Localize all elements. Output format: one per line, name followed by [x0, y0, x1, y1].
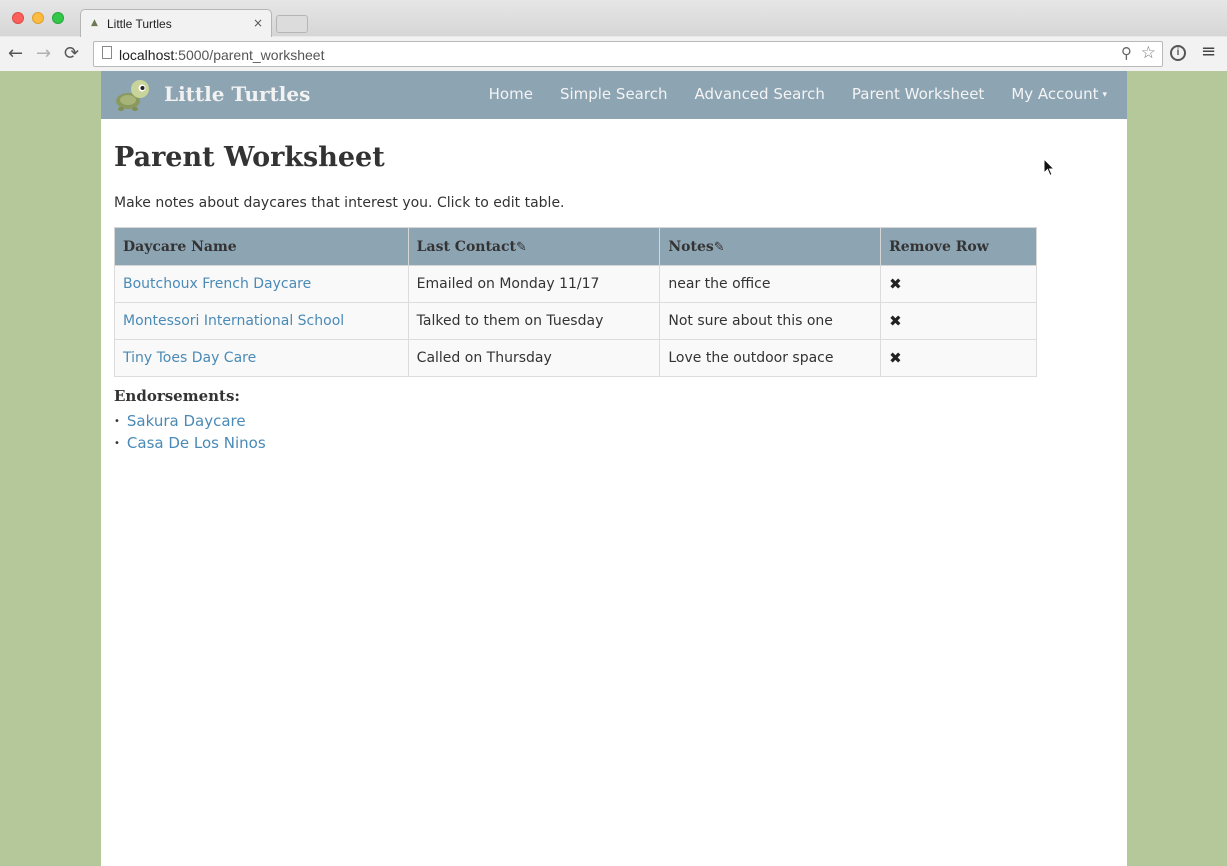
nav-simple-search[interactable]: Simple Search [560, 85, 668, 103]
bullet: • [114, 438, 120, 449]
navbar: Little Turtles Home Simple Search Advanc… [101, 71, 1127, 119]
tab-close-icon[interactable]: × [253, 16, 263, 30]
list-item: • Sakura Daycare [114, 412, 266, 434]
endorsement-link[interactable]: Sakura Daycare [127, 412, 246, 430]
notes-cell[interactable]: Not sure about this one [659, 302, 882, 340]
address-bar[interactable]: localhost:5000/parent_worksheet ⚲ ☆ [93, 41, 1163, 67]
bookmark-star-icon[interactable]: ☆ [1141, 43, 1156, 63]
nav-parent-worksheet[interactable]: Parent Worksheet [852, 85, 984, 103]
table-row: Boutchoux French Daycare Emailed on Mond… [114, 265, 1037, 303]
table-row: Tiny Toes Day Care Called on Thursday Lo… [114, 339, 1037, 377]
maximize-window-button[interactable] [52, 12, 64, 24]
close-window-button[interactable] [12, 12, 24, 24]
header-notes: Notes✎ [659, 227, 882, 266]
pencil-icon: ✎ [516, 239, 527, 255]
new-tab-button[interactable] [276, 15, 308, 33]
notes-cell[interactable]: near the office [659, 265, 882, 303]
extension-info-icon[interactable]: i [1170, 45, 1186, 61]
remove-row-cell: ✖ [880, 302, 1037, 340]
brand-name[interactable]: Little Turtles [164, 82, 310, 106]
zoom-icon[interactable]: ⚲ [1121, 44, 1132, 62]
daycare-name-cell: Montessori International School [114, 302, 409, 340]
daycare-link[interactable]: Boutchoux French Daycare [123, 276, 311, 292]
nav-links: Home Simple Search Advanced Search Paren… [462, 85, 1107, 103]
table-header-row: Daycare Name Last Contact✎ Notes✎ Remove… [114, 227, 1037, 266]
endorsement-link[interactable]: Casa De Los Ninos [127, 434, 266, 452]
table-row: Montessori International School Talked t… [114, 302, 1037, 340]
list-item: • Casa De Los Ninos [114, 434, 266, 456]
minimize-window-button[interactable] [32, 12, 44, 24]
back-arrow-icon[interactable]: ← [8, 43, 23, 64]
forward-arrow-icon[interactable]: → [36, 43, 51, 64]
endorsements-title: Endorsements: [114, 387, 240, 405]
browser-tab[interactable]: ▲ Little Turtles × [80, 9, 272, 37]
browser-chrome: ▲ Little Turtles × ← → ⟳ localhost:5000/… [0, 0, 1227, 71]
bullet: • [114, 416, 120, 427]
browser-toolbar: ← → ⟳ localhost:5000/parent_worksheet ⚲ … [0, 37, 1227, 71]
remove-row-cell: ✖ [880, 265, 1037, 303]
header-remove-row: Remove Row [880, 227, 1037, 266]
url-text[interactable]: localhost:5000/parent_worksheet [119, 47, 324, 63]
remove-x-icon[interactable]: ✖ [889, 275, 902, 293]
last-contact-cell[interactable]: Called on Thursday [407, 339, 661, 377]
daycare-name-cell: Boutchoux French Daycare [114, 265, 409, 303]
last-contact-cell[interactable]: Talked to them on Tuesday [407, 302, 661, 340]
daycare-name-cell: Tiny Toes Day Care [114, 339, 409, 377]
nav-my-account[interactable]: My Account ▾ [1011, 85, 1107, 103]
page-container: Little Turtles Home Simple Search Advanc… [101, 71, 1127, 866]
turtle-favicon-icon: ▲ [91, 18, 98, 28]
header-daycare-name: Daycare Name [114, 227, 409, 266]
remove-row-cell: ✖ [880, 339, 1037, 377]
daycare-link[interactable]: Tiny Toes Day Care [123, 350, 256, 366]
daycare-link[interactable]: Montessori International School [123, 313, 344, 329]
endorsements-list: • Sakura Daycare • Casa De Los Ninos [114, 412, 266, 456]
page-icon [102, 46, 112, 59]
nav-home[interactable]: Home [489, 85, 533, 103]
mouse-cursor-icon [1043, 158, 1055, 177]
notes-cell[interactable]: Love the outdoor space [659, 339, 882, 377]
reload-icon[interactable]: ⟳ [64, 43, 79, 64]
caret-down-icon: ▾ [1102, 89, 1107, 100]
pencil-icon: ✎ [713, 239, 725, 255]
last-contact-cell[interactable]: Emailed on Monday 11/17 [407, 265, 661, 303]
tab-title: Little Turtles [107, 17, 172, 31]
intro-text: Make notes about daycares that interest … [114, 195, 565, 211]
browser-menu-icon[interactable]: ≡ [1201, 41, 1216, 62]
worksheet-table: Daycare Name Last Contact✎ Notes✎ Remove… [114, 227, 1037, 377]
remove-x-icon[interactable]: ✖ [889, 349, 902, 367]
page-title: Parent Worksheet [114, 142, 385, 173]
header-last-contact: Last Contact✎ [407, 227, 661, 266]
nav-advanced-search[interactable]: Advanced Search [694, 85, 824, 103]
tab-strip: ▲ Little Turtles × [0, 0, 1227, 37]
remove-x-icon[interactable]: ✖ [889, 312, 902, 330]
turtle-logo-icon[interactable] [113, 77, 153, 113]
